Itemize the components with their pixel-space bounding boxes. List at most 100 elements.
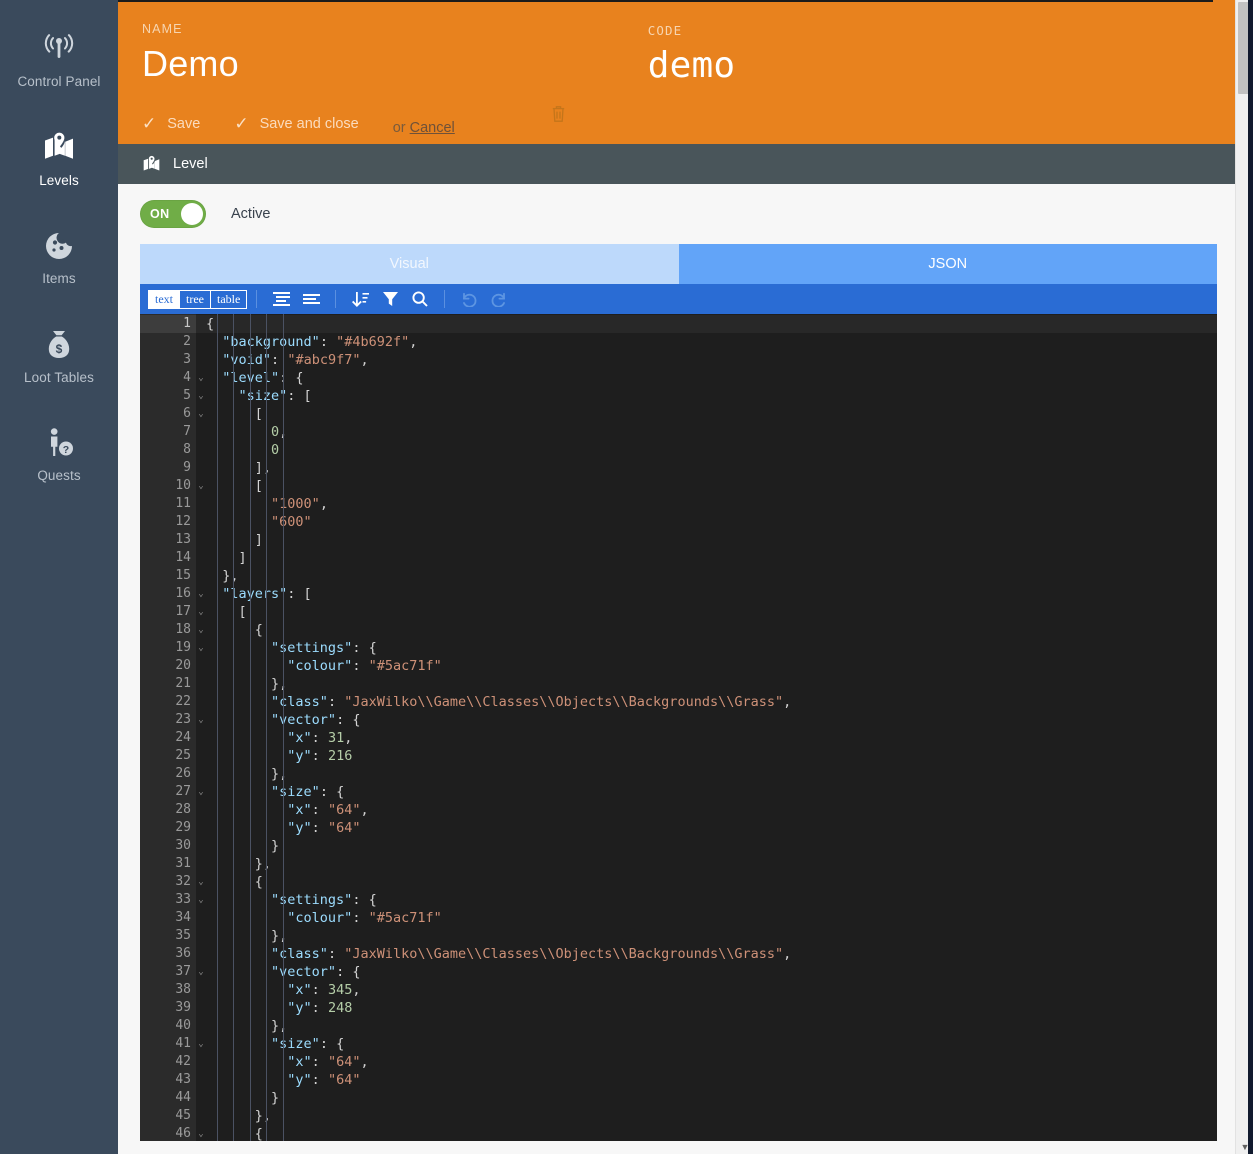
cancel-group: or Cancel: [393, 120, 455, 136]
undo-icon[interactable]: [456, 287, 482, 311]
editor-mode-tabs: Visual JSON: [140, 244, 1217, 284]
check-icon: ✓: [142, 115, 156, 132]
window-edge: [1248, 0, 1253, 1154]
line-number: 27⌄: [140, 783, 196, 801]
line-number: 12: [140, 513, 196, 531]
line-number: 22: [140, 693, 196, 711]
map-icon: [142, 155, 161, 174]
code-line: "1000",: [196, 495, 1217, 513]
line-number: 46⌄: [140, 1125, 196, 1141]
delete-icon[interactable]: [551, 105, 566, 123]
code-line: "void": "#abc9f7",: [196, 351, 1217, 369]
code-input[interactable]: demo: [648, 44, 1229, 88]
top-divider: [118, 0, 1213, 2]
view-mode-group: text tree table: [148, 290, 247, 309]
line-number: 1⌄: [140, 315, 196, 333]
code-line: },: [196, 765, 1217, 783]
code-line: "colour": "#5ac71f": [196, 909, 1217, 927]
indent-guide: [217, 314, 218, 1141]
active-toggle[interactable]: ON: [140, 200, 206, 228]
line-number: 8: [140, 441, 196, 459]
sidebar-item-loot-tables[interactable]: $ Loot Tables: [0, 314, 118, 397]
sidebar-item-control-panel[interactable]: Control Panel: [0, 18, 118, 101]
code-line: "colour": "#5ac71f": [196, 657, 1217, 675]
sidebar-item-items[interactable]: Items: [0, 215, 118, 298]
search-icon[interactable]: [407, 287, 433, 311]
or-text: or: [393, 120, 410, 136]
line-number: 14: [140, 549, 196, 567]
code-line: {: [196, 315, 1217, 333]
line-number: 21: [140, 675, 196, 693]
code-line: {: [196, 873, 1217, 891]
compact-icon[interactable]: [298, 287, 324, 311]
line-number: 10⌄: [140, 477, 196, 495]
toolbar-divider: [335, 290, 336, 308]
code-line: [: [196, 603, 1217, 621]
section-title: Level: [173, 156, 208, 172]
active-toggle-row: ON Active: [140, 184, 1231, 244]
line-number: 29: [140, 819, 196, 837]
save-button[interactable]: ✓ Save: [142, 115, 200, 132]
line-number: 41⌄: [140, 1035, 196, 1053]
tab-visual[interactable]: Visual: [140, 244, 679, 284]
code-line: 0,: [196, 423, 1217, 441]
line-number: 19⌄: [140, 639, 196, 657]
save-and-close-button[interactable]: ✓ Save and close: [234, 115, 358, 132]
sidebar-item-label: Quests: [37, 469, 80, 483]
line-number: 17⌄: [140, 603, 196, 621]
line-number: 4⌄: [140, 369, 196, 387]
code-line: "x": "64",: [196, 801, 1217, 819]
line-number: 25: [140, 747, 196, 765]
line-number: 31: [140, 855, 196, 873]
code-line: "x": "64",: [196, 1053, 1217, 1071]
sidebar-item-levels[interactable]: Levels: [0, 117, 118, 200]
cookie-icon: [42, 229, 76, 263]
line-number: 40: [140, 1017, 196, 1035]
redo-icon[interactable]: [486, 287, 512, 311]
line-number: 37⌄: [140, 963, 196, 981]
line-number: 36: [140, 945, 196, 963]
money-bag-icon: $: [42, 328, 76, 362]
line-number: 11: [140, 495, 196, 513]
svg-text:?: ?: [63, 444, 69, 456]
code-line: "class": "JaxWilko\\Game\\Classes\\Objec…: [196, 945, 1217, 963]
line-number: 2: [140, 333, 196, 351]
line-number: 28: [140, 801, 196, 819]
code-line: ]: [196, 531, 1217, 549]
line-number: 34: [140, 909, 196, 927]
filter-icon[interactable]: [377, 287, 403, 311]
code-line: "class": "JaxWilko\\Game\\Classes\\Objec…: [196, 693, 1217, 711]
line-number: 33⌄: [140, 891, 196, 909]
sidebar-item-quests[interactable]: ? Quests: [0, 412, 118, 495]
line-number: 20: [140, 657, 196, 675]
name-input[interactable]: Demo: [142, 42, 636, 86]
broadcast-icon: [42, 32, 76, 66]
code-text[interactable]: { "background": "#4b692f", "void": "#abc…: [196, 314, 1217, 1141]
format-icon[interactable]: [268, 287, 294, 311]
check-icon: ✓: [234, 115, 248, 132]
line-number: 45: [140, 1107, 196, 1125]
mode-button-tree[interactable]: tree: [180, 291, 211, 308]
line-number: 16⌄: [140, 585, 196, 603]
indent-guide: [283, 314, 284, 1141]
code-line: "size": [: [196, 387, 1217, 405]
code-line: ],: [196, 459, 1217, 477]
line-number: 35: [140, 927, 196, 945]
mode-button-table[interactable]: table: [211, 291, 246, 308]
sort-icon[interactable]: [347, 287, 373, 311]
code-line: },: [196, 855, 1217, 873]
active-toggle-label: Active: [231, 206, 271, 222]
code-line: 0: [196, 441, 1217, 459]
mode-button-text[interactable]: text: [149, 291, 180, 308]
cancel-link[interactable]: Cancel: [410, 120, 455, 136]
code-line: "y": 216: [196, 747, 1217, 765]
header-actions: ✓ Save ✓ Save and close or Cancel: [142, 115, 455, 132]
code-area[interactable]: 1⌄234⌄5⌄6⌄78910⌄111213141516⌄17⌄18⌄19⌄20…: [140, 314, 1217, 1141]
line-number: 13: [140, 531, 196, 549]
line-number: 30: [140, 837, 196, 855]
code-line: },: [196, 675, 1217, 693]
tab-json[interactable]: JSON: [679, 244, 1218, 284]
toggle-state-label: ON: [150, 207, 170, 221]
line-number: 15: [140, 567, 196, 585]
code-field-group: CODE demo: [636, 22, 1229, 144]
